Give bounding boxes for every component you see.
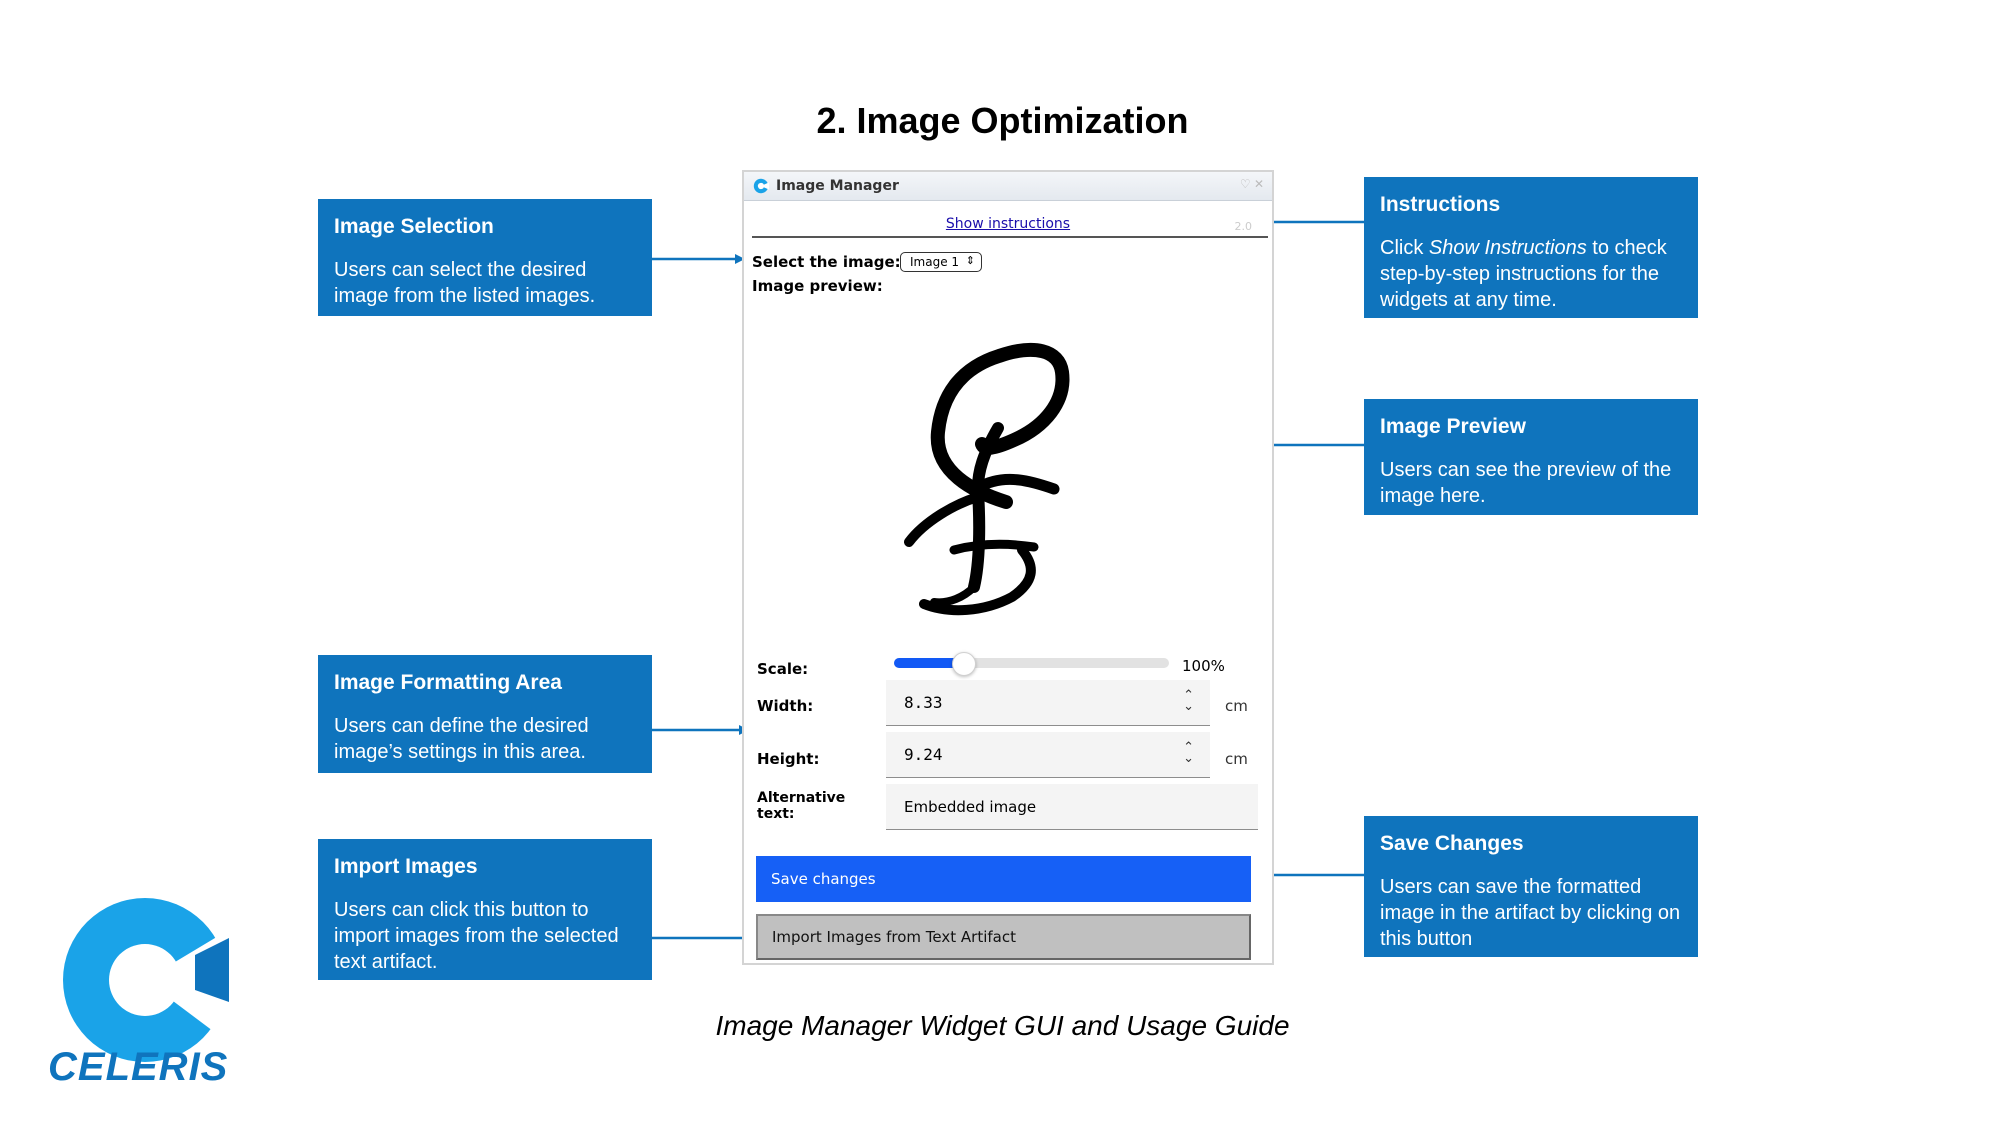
image-manager-window: Image Manager ♡ ✕ Show instructions 2.0 … xyxy=(742,170,1274,965)
callout-body: Users can define the desired image’s set… xyxy=(334,715,589,763)
scale-label: Scale: xyxy=(757,660,809,678)
alt-text-label: Alternative text: xyxy=(757,790,846,822)
callout-title: Import Images xyxy=(334,855,478,878)
width-label: Width: xyxy=(757,697,814,715)
image-preview xyxy=(904,343,1070,616)
celeris-app-icon xyxy=(753,178,770,194)
alt-text-input[interactable]: Embedded image xyxy=(886,784,1258,830)
import-images-button[interactable]: Import Images from Text Artifact xyxy=(756,914,1251,960)
alt-text-value: Embedded image xyxy=(904,798,1037,816)
height-label: Height: xyxy=(757,750,820,768)
image-select-value: Image 1 xyxy=(910,255,960,269)
callout-body: Users can click this button to import im… xyxy=(334,899,619,973)
window-titlebar[interactable]: Image Manager ♡ ✕ xyxy=(744,172,1272,201)
callout-body: Click Show Instructions to check step-by… xyxy=(1380,237,1667,311)
slide-title: 2. Image Optimization xyxy=(816,100,1189,141)
callout-body: Users can save the formatted image in th… xyxy=(1380,876,1681,950)
width-value: 8.33 xyxy=(904,693,943,712)
window-controls[interactable]: ♡ ✕ xyxy=(1240,177,1264,191)
callout-body: Users can see the preview of the image h… xyxy=(1380,459,1672,507)
callout-instructions: Instructions Click Show Instructions to … xyxy=(1364,177,1698,318)
close-icon[interactable]: ✕ xyxy=(1254,177,1264,191)
width-input[interactable]: 8.33 ⌃ ⌄ xyxy=(886,680,1210,726)
callout-save-changes: Save Changes Users can save the formatte… xyxy=(1364,816,1698,957)
height-input[interactable]: 9.24 ⌃ ⌄ xyxy=(886,732,1210,778)
scale-percent: 100% xyxy=(1182,657,1225,675)
width-stepper-icon[interactable]: ⌃ ⌄ xyxy=(1183,689,1194,713)
figure-caption: Image Manager Widget GUI and Usage Guide xyxy=(715,1010,1290,1041)
callout-import-images: Import Images Users can click this butto… xyxy=(318,839,652,980)
callout-title: Image Selection xyxy=(334,215,494,238)
height-value: 9.24 xyxy=(904,745,943,764)
callout-title: Instructions xyxy=(1380,193,1501,216)
height-unit: cm xyxy=(1225,750,1248,768)
callout-image-formatting: Image Formatting Area Users can define t… xyxy=(318,655,652,773)
select-image-label: Select the image: xyxy=(752,253,901,271)
save-changes-button[interactable]: Save changes xyxy=(756,856,1251,902)
select-chevron-icon: ⇕ xyxy=(965,254,975,267)
window-title: Image Manager xyxy=(776,178,899,194)
image-select[interactable]: Image 1 ⇕ xyxy=(900,252,982,272)
scale-slider-thumb[interactable] xyxy=(951,652,976,676)
show-instructions-link[interactable]: Show instructions xyxy=(744,216,1272,232)
callout-image-preview: Image Preview Users can see the preview … xyxy=(1364,399,1698,515)
callout-image-selection: Image Selection Users can select the des… xyxy=(318,199,652,316)
width-unit: cm xyxy=(1225,697,1248,715)
scale-slider[interactable] xyxy=(894,652,1169,676)
height-stepper-icon[interactable]: ⌃ ⌄ xyxy=(1183,741,1194,765)
callout-title: Save Changes xyxy=(1380,832,1524,855)
callout-title: Image Preview xyxy=(1380,415,1526,438)
version-label: 2.0 xyxy=(1234,220,1253,233)
minimize-icon[interactable]: ♡ xyxy=(1240,177,1251,191)
image-preview-label: Image preview: xyxy=(752,277,883,295)
divider xyxy=(752,236,1268,238)
callout-body: Users can select the desired image from … xyxy=(334,259,596,307)
celeris-logo-text: CELERIS xyxy=(48,1045,229,1089)
callout-title: Image Formatting Area xyxy=(334,671,562,694)
